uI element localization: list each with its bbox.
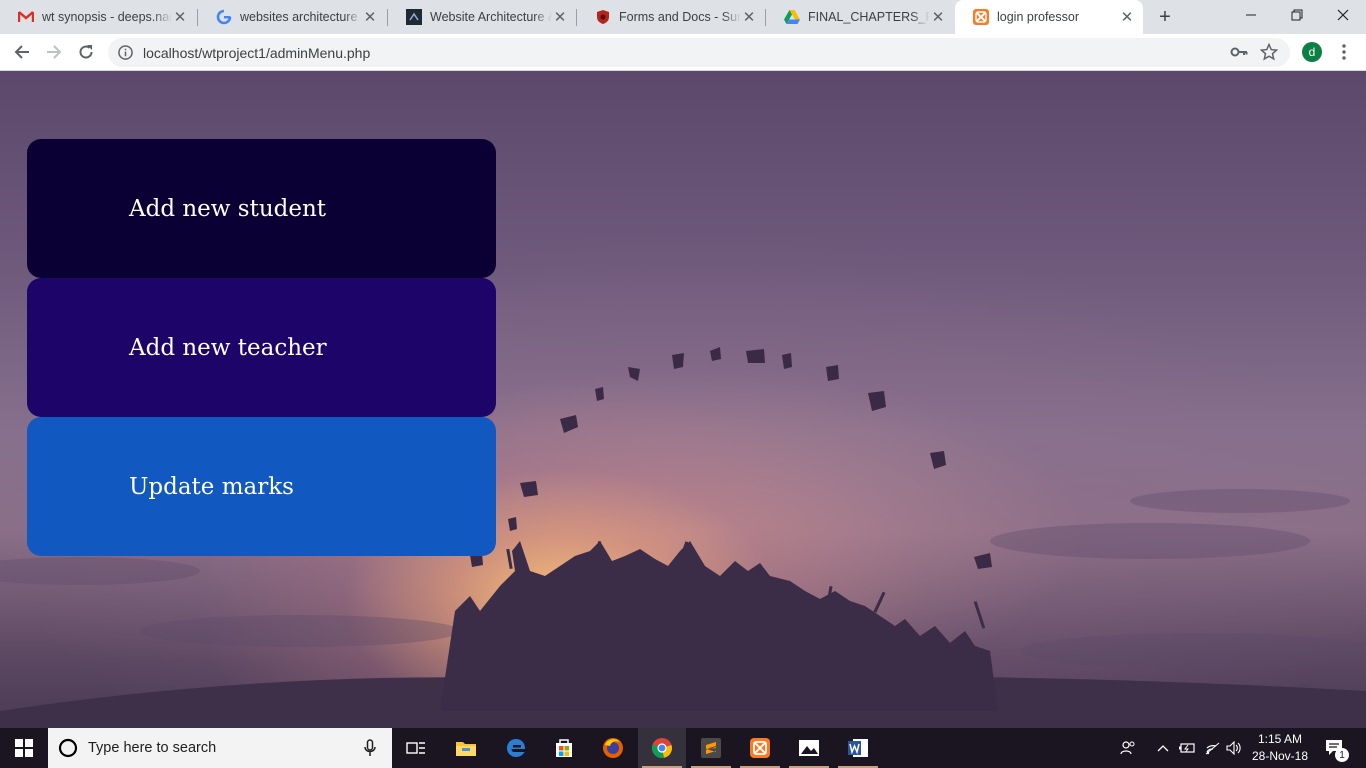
address-bar[interactable]: localhost/wtproject1/adminMenu.php [108,38,1290,67]
minimize-button[interactable] [1228,0,1274,30]
xampp-icon [973,9,989,25]
system-clock[interactable]: 1:15 AM 28-Nov-18 [1242,731,1318,765]
clock-time: 1:15 AM [1257,732,1303,746]
firefox-icon [603,738,623,758]
chrome-icon [651,738,672,759]
close-icon[interactable]: ✕ [172,9,188,26]
battery-icon [1179,743,1195,753]
xampp-button[interactable] [736,728,784,768]
tab-strip: wt synopsis - deeps.nag ✕ websites archi… [0,0,1366,34]
photos-button[interactable] [785,728,833,768]
store-button[interactable] [540,728,588,768]
close-icon[interactable]: ✕ [552,9,568,26]
tab-website-architecture[interactable]: Website Architecture & ✕ [388,0,576,34]
update-marks-button[interactable]: Update marks [27,417,496,556]
tab-login-professor[interactable]: login professor ✕ [955,0,1143,34]
chrome-button[interactable] [638,728,686,768]
firefox-button[interactable] [589,728,637,768]
add-new-teacher-button[interactable]: Add new teacher [27,278,496,417]
task-view-icon [406,742,425,754]
task-view-button[interactable] [392,728,440,768]
speaker-icon [1226,741,1241,755]
windows-logo-icon [15,739,33,757]
battery-button[interactable] [1177,728,1197,768]
microphone-icon[interactable] [364,739,376,757]
tab-title: Forms and Docs - Suma [619,10,741,24]
network-button[interactable] [1202,728,1222,768]
update-marks-label: Update marks [129,473,294,500]
store-icon [556,739,572,757]
minimize-icon [1246,14,1256,16]
action-center-button[interactable]: 1 [1320,728,1350,768]
browser-toolbar: localhost/wtproject1/adminMenu.php d [0,34,1366,71]
tab-title: login professor [997,10,1079,24]
close-icon[interactable]: ✕ [1119,9,1135,26]
photos-icon [799,740,819,756]
search-placeholder: Type here to search [88,740,217,756]
tab-title: FINAL_CHAPTERS_PAGE [808,10,930,24]
google-icon [216,9,232,25]
edge-icon [507,739,526,757]
profile-avatar[interactable]: d [1302,42,1322,62]
people-button[interactable] [1118,728,1138,768]
restore-icon [1291,9,1303,21]
url-text: localhost/wtproject1/adminMenu.php [143,45,371,61]
show-hidden-icons-button[interactable] [1154,728,1172,768]
tab-forms-docs[interactable]: Forms and Docs - Suma ✕ [577,0,765,34]
menu-button[interactable] [1334,42,1354,62]
people-icon [1120,741,1135,755]
info-icon[interactable] [118,45,133,60]
forward-arrow-icon [47,45,62,59]
sublime-text-button[interactable] [687,728,735,768]
reload-icon [79,45,93,59]
close-icon[interactable]: ✕ [930,9,946,26]
reload-button[interactable] [72,38,100,66]
add-new-student-label: Add new student [129,195,327,222]
tab-title: Website Architecture & [430,10,552,24]
cortana-icon [58,738,78,758]
more-vertical-icon [1342,44,1346,60]
add-new-teacher-label: Add new teacher [129,334,327,361]
notification-count-badge: 1 [1335,748,1349,762]
file-explorer-button[interactable] [442,728,490,768]
tab-title: wt synopsis - deeps.nag [42,10,172,24]
page-content: Add new student Add new teacher Update m… [0,71,1366,728]
star-icon[interactable] [1260,43,1278,61]
docs-shield-icon [595,9,611,25]
windows-taskbar: Type here to search 1:15 AM 28-Nov-18 1 [0,728,1366,768]
back-arrow-icon [14,45,29,59]
word-button[interactable] [834,728,882,768]
tab-title: websites architecture - [240,10,362,24]
taskbar-search-box[interactable]: Type here to search [48,728,392,768]
tab-gmail[interactable]: wt synopsis - deeps.nag ✕ [0,0,196,34]
sublime-text-icon [701,738,721,758]
tab-google[interactable]: websites architecture - ✕ [198,0,386,34]
clock-date: 28-Nov-18 [1251,749,1309,763]
forward-button[interactable] [40,38,68,66]
add-new-student-button[interactable]: Add new student [27,139,496,278]
back-button[interactable] [8,38,36,66]
gmail-icon [18,9,34,25]
key-icon[interactable] [1230,44,1248,60]
chevron-up-icon [1157,745,1169,752]
new-tab-button[interactable]: + [1153,5,1177,29]
google-drive-icon [784,9,800,25]
edge-button[interactable] [492,728,540,768]
close-icon[interactable]: ✕ [741,9,757,26]
close-icon[interactable]: ✕ [362,9,378,26]
xampp-icon [750,738,770,758]
tab-final-chapters[interactable]: FINAL_CHAPTERS_PAGE ✕ [766,0,954,34]
close-window-button[interactable] [1320,0,1366,30]
volume-button[interactable] [1224,728,1244,768]
file-explorer-icon [456,742,476,756]
restore-button[interactable] [1274,0,1320,30]
word-icon [848,739,868,757]
start-button[interactable] [0,728,48,768]
close-icon [1337,9,1349,21]
wifi-icon [1205,742,1220,755]
website-icon [406,9,422,25]
